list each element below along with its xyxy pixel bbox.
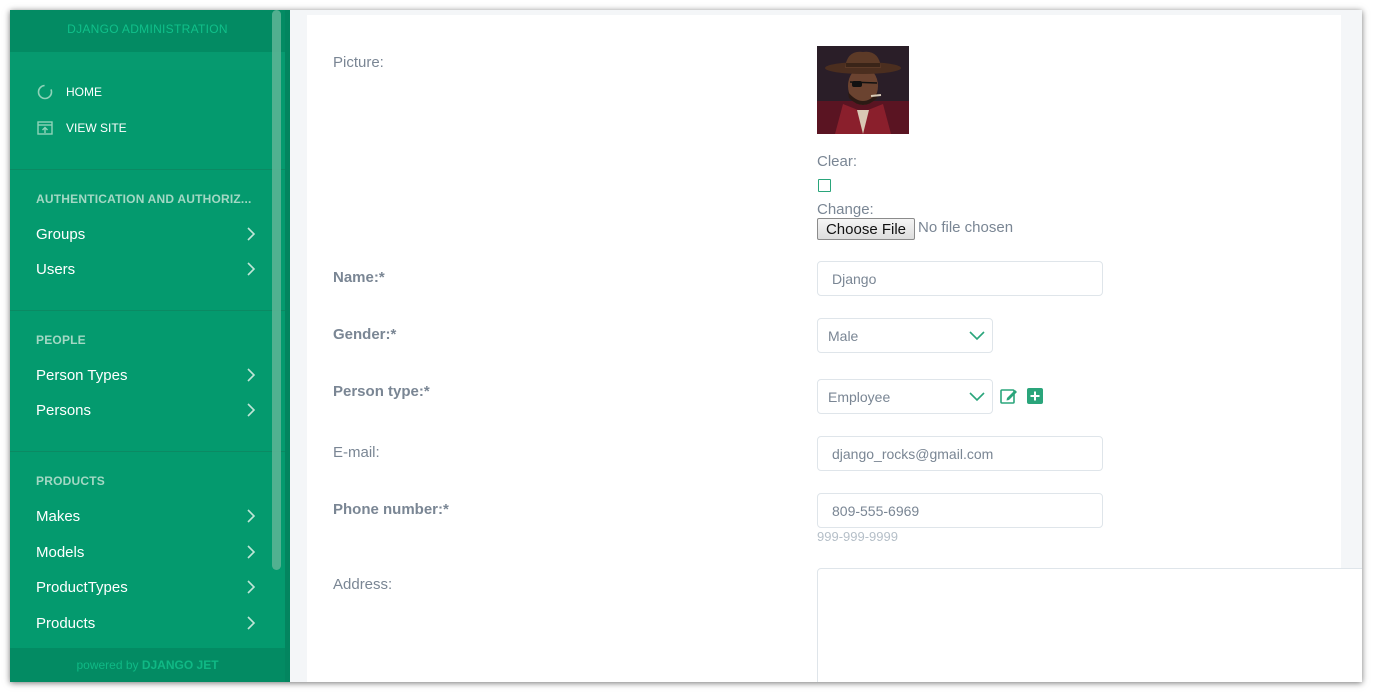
picture-label: Picture: bbox=[333, 54, 384, 71]
gender-select-value: Male bbox=[828, 327, 859, 344]
person-type-select-value: Employee bbox=[828, 388, 891, 405]
phone-input-value: 809-555-6969 bbox=[832, 502, 920, 519]
name-input[interactable]: Django bbox=[817, 261, 1103, 296]
sidebar-item-producttypes[interactable]: ProductTypes bbox=[36, 576, 258, 598]
section-heading-products[interactable]: PRODUCTS bbox=[36, 474, 105, 488]
sidebar-item-label: Models bbox=[36, 543, 85, 561]
choose-file-button[interactable]: Choose File bbox=[817, 218, 915, 240]
home-link-label: HOME bbox=[66, 85, 102, 99]
portrait-image bbox=[817, 46, 909, 134]
gender-select[interactable]: Male bbox=[817, 318, 993, 353]
browser-viewport: DJANGO ADMINISTRATION HOME VIEW SITE AUT… bbox=[10, 10, 1362, 682]
view-site-link-label: VIEW SITE bbox=[66, 121, 127, 135]
chevron-right-icon bbox=[244, 262, 258, 276]
sidebar-edge bbox=[285, 10, 290, 682]
sidebar: DJANGO ADMINISTRATION HOME VIEW SITE AUT… bbox=[10, 10, 285, 682]
sidebar-item-models[interactable]: Models bbox=[36, 541, 258, 563]
person-type-select[interactable]: Employee bbox=[817, 379, 993, 414]
gender-label: Gender:* bbox=[333, 326, 397, 343]
email-input[interactable]: django_rocks@gmail.com bbox=[817, 436, 1103, 471]
powered-by-footer: powered by DJANGO JET bbox=[10, 648, 285, 682]
sidebar-item-label: ProductTypes bbox=[36, 578, 128, 596]
sidebar-item-label: Persons bbox=[36, 401, 92, 419]
chevron-right-icon bbox=[244, 616, 258, 630]
add-related-icon[interactable] bbox=[1026, 387, 1044, 405]
sidebar-item-users[interactable]: Users bbox=[36, 258, 258, 280]
dashboard-icon bbox=[37, 84, 53, 100]
phone-label: Phone number:* bbox=[333, 501, 449, 518]
jet-brand-link[interactable]: DJANGO JET bbox=[142, 658, 219, 672]
section-heading-people[interactable]: PEOPLE bbox=[36, 333, 86, 347]
open-site-icon bbox=[37, 120, 53, 136]
sidebar-item-label: Products bbox=[36, 614, 96, 632]
sidebar-divider bbox=[10, 169, 285, 170]
change-form: Picture: Clear: Change: Choose File No f… bbox=[307, 15, 1362, 682]
powered-by-text: powered by bbox=[76, 658, 142, 672]
sidebar-item-label: Person Types bbox=[36, 366, 128, 384]
clear-label: Clear: bbox=[817, 153, 858, 170]
clear-picture-checkbox[interactable] bbox=[818, 179, 831, 192]
file-status-text: No file chosen bbox=[918, 219, 1014, 236]
sidebar-item-person-types[interactable]: Person Types bbox=[36, 364, 258, 386]
sidebar-item-persons[interactable]: Persons bbox=[36, 399, 258, 421]
change-label: Change: bbox=[817, 201, 874, 218]
chevron-right-icon bbox=[244, 509, 258, 523]
chevron-right-icon bbox=[244, 580, 258, 594]
sidebar-item-products[interactable]: Products bbox=[36, 612, 258, 634]
sidebar-item-label: Groups bbox=[36, 225, 86, 243]
current-picture-thumbnail[interactable] bbox=[817, 46, 909, 134]
chevron-down-icon bbox=[968, 388, 986, 406]
email-input-value: django_rocks@gmail.com bbox=[832, 445, 994, 462]
chevron-right-icon bbox=[244, 368, 258, 382]
phone-help-text: 999-999-9999 bbox=[817, 529, 898, 544]
email-label: E-mail: bbox=[333, 444, 380, 461]
name-label: Name:* bbox=[333, 269, 385, 286]
sidebar-item-label: Users bbox=[36, 260, 76, 278]
sidebar-item-makes[interactable]: Makes bbox=[36, 505, 258, 527]
address-label: Address: bbox=[333, 576, 393, 593]
address-textarea[interactable] bbox=[817, 568, 1362, 682]
home-link[interactable]: HOME bbox=[37, 82, 102, 102]
person-type-label: Person type:* bbox=[333, 383, 430, 400]
sidebar-divider bbox=[10, 310, 285, 311]
sidebar-divider bbox=[10, 451, 285, 452]
chevron-right-icon bbox=[244, 545, 258, 559]
chevron-down-icon bbox=[968, 327, 986, 345]
name-input-value: Django bbox=[832, 270, 877, 287]
site-title[interactable]: DJANGO ADMINISTRATION bbox=[10, 10, 285, 52]
section-heading-auth[interactable]: AUTHENTICATION AND AUTHORIZ... bbox=[36, 192, 252, 206]
chevron-right-icon bbox=[244, 403, 258, 417]
chevron-right-icon bbox=[244, 227, 258, 241]
sidebar-scrollbar[interactable] bbox=[272, 10, 281, 570]
sidebar-band bbox=[10, 52, 285, 70]
sidebar-item-label: Makes bbox=[36, 507, 81, 525]
edit-related-icon[interactable] bbox=[1000, 387, 1018, 405]
view-site-link[interactable]: VIEW SITE bbox=[37, 118, 127, 138]
sidebar-item-groups[interactable]: Groups bbox=[36, 223, 258, 245]
phone-input[interactable]: 809-555-6969 bbox=[817, 493, 1103, 528]
